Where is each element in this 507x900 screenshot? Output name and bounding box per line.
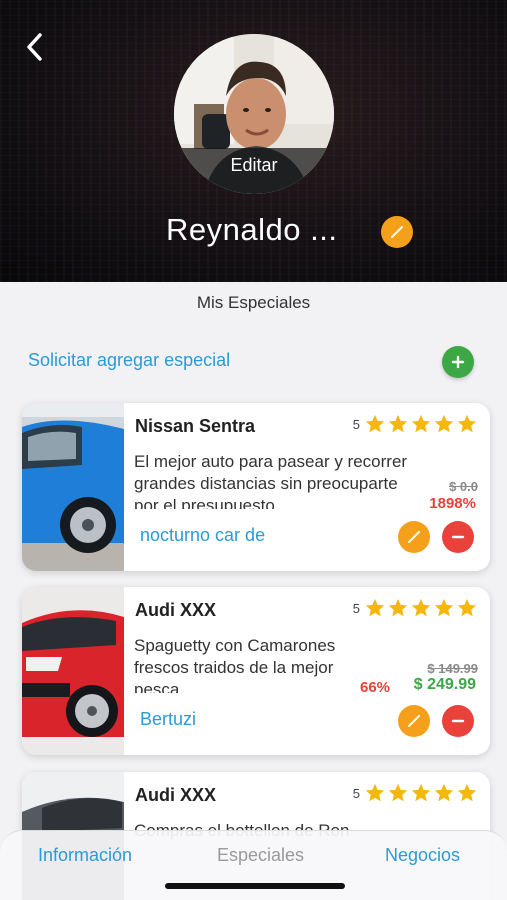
- rating-value: 5: [352, 600, 360, 616]
- minus-icon: [451, 719, 465, 723]
- star-icon: [365, 783, 385, 802]
- star-icon: [365, 598, 385, 617]
- star-icon: [388, 783, 408, 802]
- delete-special-button[interactable]: [442, 705, 474, 737]
- minus-icon: [451, 535, 465, 539]
- avatar[interactable]: Editar: [174, 34, 334, 194]
- star-icon: [457, 414, 477, 433]
- home-indicator[interactable]: [165, 883, 345, 889]
- special-title: Audi XXX: [135, 600, 217, 620]
- delete-special-button[interactable]: [442, 521, 474, 553]
- profile-name-row: Reynaldo ...: [0, 212, 507, 256]
- star-icon: [457, 598, 477, 617]
- rating: 5: [353, 413, 478, 435]
- new-price: $ 249.99: [413, 676, 476, 693]
- rating-value: 5: [352, 416, 360, 432]
- edit-special-button[interactable]: [398, 521, 430, 553]
- star-icon: [388, 598, 408, 617]
- star-icon: [411, 783, 431, 802]
- profile-header: Editar Reynaldo ...: [0, 0, 507, 282]
- discount-badge: 66%: [360, 679, 391, 696]
- star-icon: [434, 598, 454, 617]
- add-special-button[interactable]: [442, 346, 474, 378]
- star-icon: [411, 414, 431, 433]
- edit-name-button[interactable]: [381, 216, 413, 248]
- special-description: Spaguetty con Camarones frescos traidos …: [134, 636, 336, 693]
- star-icon: [457, 783, 477, 802]
- star-icon: [411, 598, 431, 617]
- star-icon: [434, 783, 454, 802]
- star-icon: [388, 414, 408, 433]
- rating: 5: [353, 597, 478, 619]
- old-price: $ 149.99: [427, 661, 478, 676]
- special-description: El mejor auto para pasear y recorrer gra…: [134, 452, 408, 509]
- plus-icon: [451, 355, 465, 369]
- back-button[interactable]: [18, 30, 52, 64]
- request-special-link[interactable]: Solicitar agregar especial: [28, 350, 230, 371]
- store-link[interactable]: Bertuzi: [140, 709, 196, 730]
- star-icon: [434, 414, 454, 433]
- car-photo: [22, 587, 124, 755]
- profile-name: Reynaldo ...: [166, 212, 338, 247]
- special-card[interactable]: Nissan Sentra 5 El mejor auto para pasea…: [22, 403, 490, 571]
- tab-informacion[interactable]: Información: [38, 845, 132, 866]
- pencil-icon: [408, 531, 420, 543]
- special-image: [22, 403, 124, 571]
- old-price: $ 0.0: [449, 479, 478, 494]
- rating-value: 5: [352, 785, 360, 801]
- rating: 5: [353, 782, 478, 804]
- car-photo: [22, 403, 124, 571]
- special-title: Audi XXX: [135, 785, 217, 805]
- special-image: [22, 587, 124, 755]
- chevron-left-icon: [27, 33, 42, 61]
- tab-especiales[interactable]: Especiales: [217, 845, 304, 866]
- star-icon: [365, 414, 385, 433]
- bottom-tab-bar: Información Especiales Negocios: [0, 830, 507, 900]
- avatar-edit-label[interactable]: Editar: [174, 148, 334, 194]
- section-title: Mis Especiales: [196, 293, 311, 312]
- store-link[interactable]: nocturno car de: [140, 525, 265, 546]
- special-title: Nissan Sentra: [135, 416, 256, 436]
- special-card[interactable]: Audi XXX 5 Spaguetty con Camarones fresc…: [22, 587, 490, 755]
- pencil-icon: [391, 226, 403, 238]
- edit-special-button[interactable]: [398, 705, 430, 737]
- pencil-icon: [408, 715, 420, 727]
- discount-badge: 1898%: [429, 495, 476, 512]
- tab-negocios[interactable]: Negocios: [385, 845, 460, 866]
